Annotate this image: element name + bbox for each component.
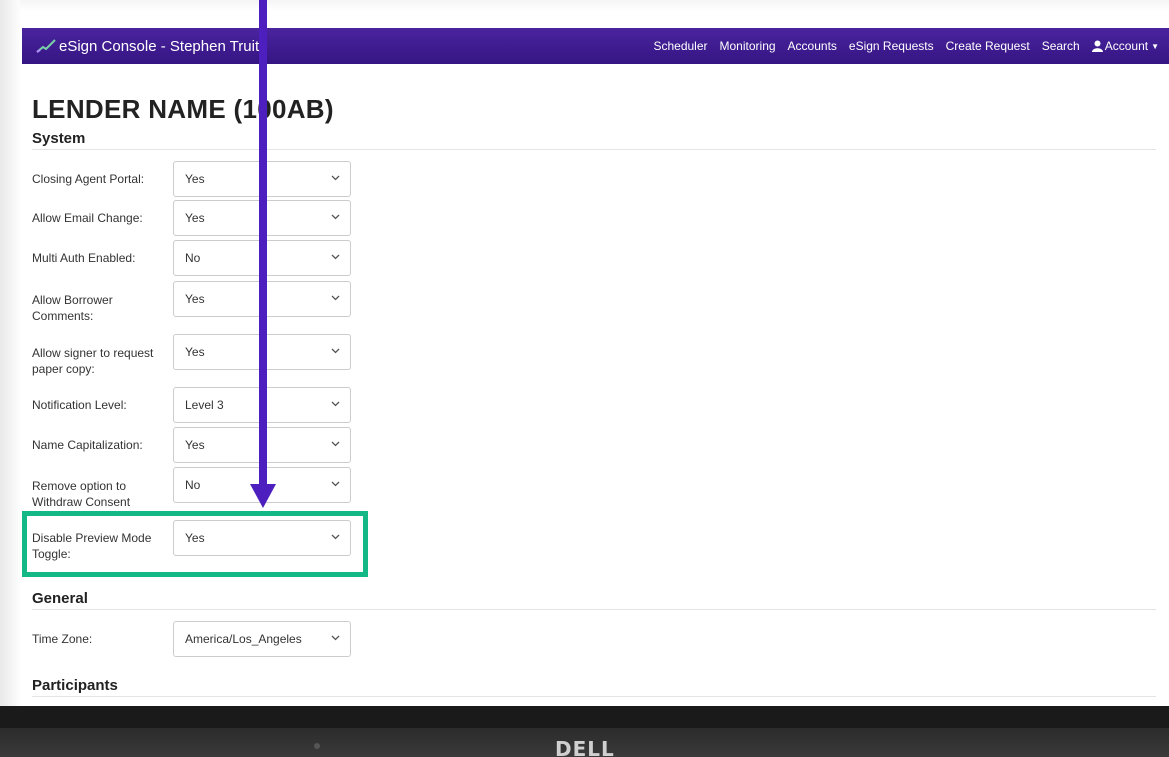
chevron-down-icon bbox=[331, 401, 340, 407]
laptop-bezel-top bbox=[0, 0, 1169, 28]
select-value: Yes bbox=[185, 438, 205, 452]
nav-monitoring[interactable]: Monitoring bbox=[720, 39, 776, 53]
select-value: Yes bbox=[185, 211, 205, 225]
field-label: Time Zone: bbox=[32, 632, 93, 646]
field-label: Notification Level: bbox=[32, 398, 127, 412]
camera-dot bbox=[314, 743, 320, 749]
laptop-bezel-left bbox=[0, 0, 20, 757]
select-value: America/Los_Angeles bbox=[185, 632, 302, 646]
chevron-down-icon bbox=[331, 254, 340, 260]
section-system-title: System bbox=[32, 130, 1156, 150]
chevron-down-icon bbox=[331, 348, 340, 354]
account-label: Account bbox=[1104, 39, 1149, 53]
page-title: LENDER NAME (100AB) bbox=[32, 94, 334, 124]
pen-logo-icon bbox=[36, 39, 56, 53]
field-label: Multi Auth Enabled: bbox=[32, 251, 136, 265]
caret-down-icon: ▼ bbox=[1151, 41, 1159, 51]
browser-screen: eSign Console - Stephen Truitt Scheduler… bbox=[22, 28, 1169, 706]
select-value: Yes bbox=[185, 172, 205, 186]
main-content: LENDER NAME (100AB) bbox=[22, 94, 1169, 125]
field-label: Remove option to Withdraw Consent bbox=[32, 479, 131, 509]
field-label: Name Capitalization: bbox=[32, 438, 143, 452]
annotation-arrow-line bbox=[259, 0, 267, 488]
field-label: Closing Agent Portal: bbox=[32, 172, 145, 186]
annotation-arrow-head bbox=[250, 484, 276, 508]
top-navbar: eSign Console - Stephen Truitt Scheduler… bbox=[22, 28, 1169, 64]
nav-scheduler[interactable]: Scheduler bbox=[653, 39, 707, 53]
laptop-brand-logo: DELL bbox=[555, 737, 615, 757]
chevron-down-icon bbox=[331, 441, 340, 447]
chevron-down-icon bbox=[331, 295, 340, 301]
chevron-down-icon bbox=[331, 481, 340, 487]
time-zone-select[interactable]: America/Los_Angeles bbox=[173, 621, 351, 657]
field-label: Allow Email Change: bbox=[32, 211, 143, 225]
user-icon bbox=[1091, 40, 1103, 52]
nav-accounts[interactable]: Accounts bbox=[788, 39, 837, 53]
account-menu[interactable]: Account ▼ bbox=[1091, 39, 1159, 53]
select-value: No bbox=[185, 251, 201, 265]
select-value: Level 3 bbox=[185, 398, 224, 412]
chevron-down-icon bbox=[331, 175, 340, 181]
laptop-bezel-bottom: DELL bbox=[0, 706, 1169, 757]
app-title: eSign Console - Stephen Truitt bbox=[59, 37, 264, 55]
nav-links: Scheduler Monitoring Accounts eSign Requ… bbox=[641, 39, 1169, 53]
annotation-highlight-box bbox=[22, 511, 368, 577]
field-label: Allow signer to request paper copy: bbox=[32, 346, 154, 376]
field-label: Allow Borrower Comments: bbox=[32, 293, 113, 323]
section-participants-title: Participants bbox=[32, 677, 1156, 697]
section-general-title: General bbox=[32, 590, 1156, 610]
nav-search[interactable]: Search bbox=[1042, 39, 1080, 53]
select-value: Yes bbox=[185, 345, 205, 359]
chevron-down-icon bbox=[331, 635, 340, 641]
nav-esign-requests[interactable]: eSign Requests bbox=[849, 39, 934, 53]
nav-create-request[interactable]: Create Request bbox=[946, 39, 1030, 53]
navbar-brand[interactable]: eSign Console - Stephen Truitt bbox=[22, 38, 263, 55]
select-value: Yes bbox=[185, 292, 205, 306]
select-value: No bbox=[185, 478, 201, 492]
chevron-down-icon bbox=[331, 214, 340, 220]
